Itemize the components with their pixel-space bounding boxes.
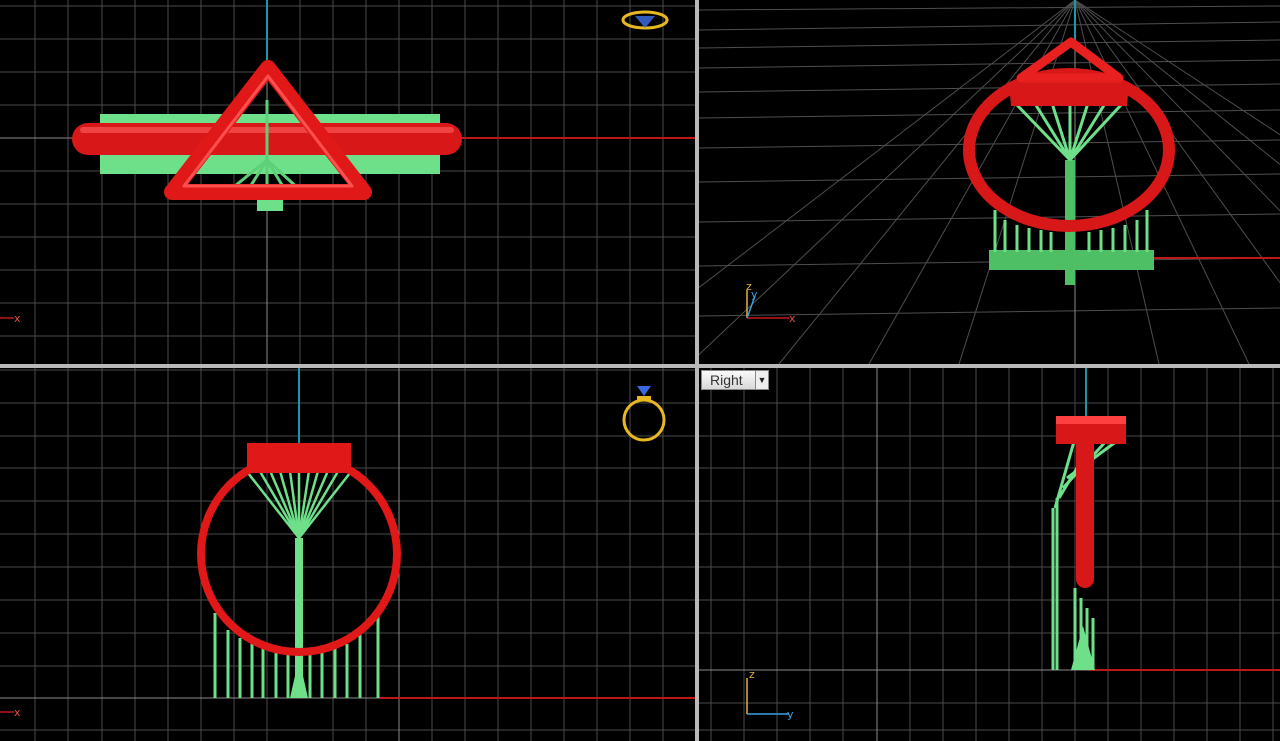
front-x-label: x (14, 706, 21, 719)
right-viewport-title-label: Right (710, 372, 743, 388)
perspective-grid (699, 0, 1280, 364)
x-axis-label: x (14, 312, 21, 325)
right-grid (699, 368, 1280, 741)
right-viewport-title[interactable]: Right ▼ (701, 370, 769, 390)
viewport-splitter-vertical[interactable] (695, 0, 699, 741)
top-viewport-canvas[interactable]: x (0, 0, 695, 364)
persp-y-label: y (751, 288, 758, 301)
triangle-down-icon[interactable]: ▼ (755, 371, 768, 389)
front-viewport-canvas[interactable]: x (0, 368, 695, 741)
right-major-grid (699, 368, 1280, 741)
right-viewport-canvas[interactable]: y z (699, 368, 1280, 741)
top-viewport[interactable]: x (0, 0, 695, 364)
perspective-viewport[interactable]: x y z (699, 0, 1280, 364)
right-viewport[interactable]: y z Right ▼ (699, 368, 1280, 741)
right-z-label: z (749, 668, 755, 681)
persp-ring-head[interactable] (1009, 82, 1129, 106)
perspective-viewport-canvas[interactable]: x y z (699, 0, 1280, 364)
right-axis-gizmo: y z (746, 668, 794, 721)
persp-x-label: x (789, 312, 796, 325)
right-y-label: y (787, 708, 794, 721)
front-ring-head[interactable] (247, 443, 351, 473)
persp-z-label: z (746, 280, 752, 293)
right-ring-band[interactable] (1076, 428, 1094, 588)
front-viewport[interactable]: x (0, 368, 695, 741)
viewport-splitter-horizontal[interactable] (0, 364, 1280, 368)
